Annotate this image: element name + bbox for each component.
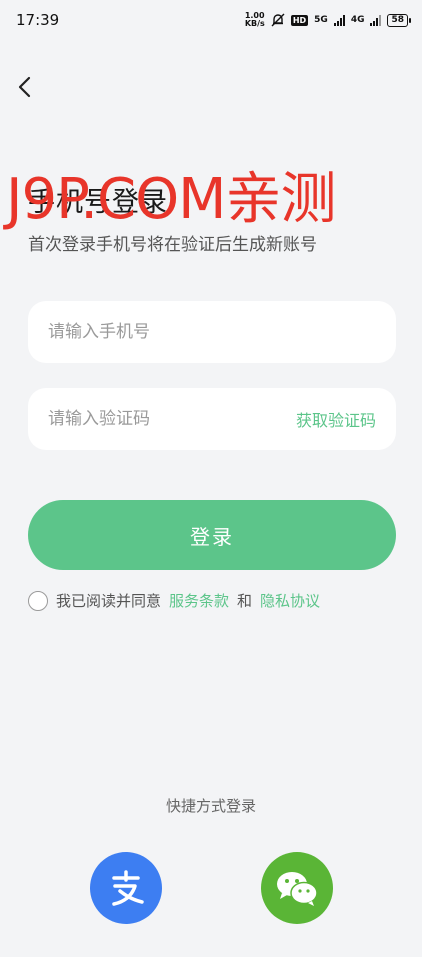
code-field: 获取验证码 — [28, 388, 396, 450]
hd-icon: HD — [290, 14, 309, 26]
chevron-left-icon — [18, 76, 31, 98]
agree-checkbox[interactable] — [28, 590, 48, 611]
agreement-row: 我已阅读并同意 服务条款 和 隐私协议 — [28, 590, 320, 611]
status-time: 17:39 — [16, 11, 60, 29]
quick-login-title: 快捷方式登录 — [165, 797, 256, 815]
phone-field — [28, 301, 396, 363]
watermark-text: J9P.COM亲测 — [6, 167, 336, 232]
signal-label-1: 5G — [314, 15, 328, 25]
alipay-icon — [112, 870, 144, 906]
bell-muted-icon — [271, 13, 285, 27]
wechat-icon — [277, 872, 318, 906]
signal-label-2: 4G — [350, 15, 365, 25]
battery-icon: 58 — [387, 13, 411, 27]
signal-5g-icon — [333, 14, 345, 26]
login-screen: 17:39 1.00 KB/s HD 5G 4G 58 手机号登录 首次登录手机… — [0, 0, 422, 957]
terms-link[interactable]: 服务条款 — [169, 590, 229, 611]
code-input[interactable] — [48, 409, 296, 429]
status-icons: 1.00 KB/s HD 5G 4G 58 — [244, 11, 411, 28]
privacy-link[interactable]: 隐私协议 — [260, 590, 320, 611]
agreement-and: 和 — [237, 592, 253, 610]
login-button[interactable]: 登录 — [28, 500, 396, 570]
phone-input[interactable] — [48, 322, 376, 342]
status-bar: 17:39 1.00 KB/s HD 5G 4G 58 — [0, 0, 422, 40]
alipay-login-button[interactable] — [90, 852, 162, 924]
back-button[interactable] — [10, 72, 40, 102]
signal-4g-icon — [370, 14, 382, 26]
wechat-login-button[interactable] — [261, 852, 333, 924]
agreement-prefix: 我已阅读并同意 — [56, 592, 162, 610]
net-speed: 1.00 KB/s — [244, 11, 265, 28]
get-code-button[interactable]: 获取验证码 — [296, 407, 376, 431]
page-subtitle: 首次登录手机号将在验证后生成新账号 — [28, 235, 317, 255]
